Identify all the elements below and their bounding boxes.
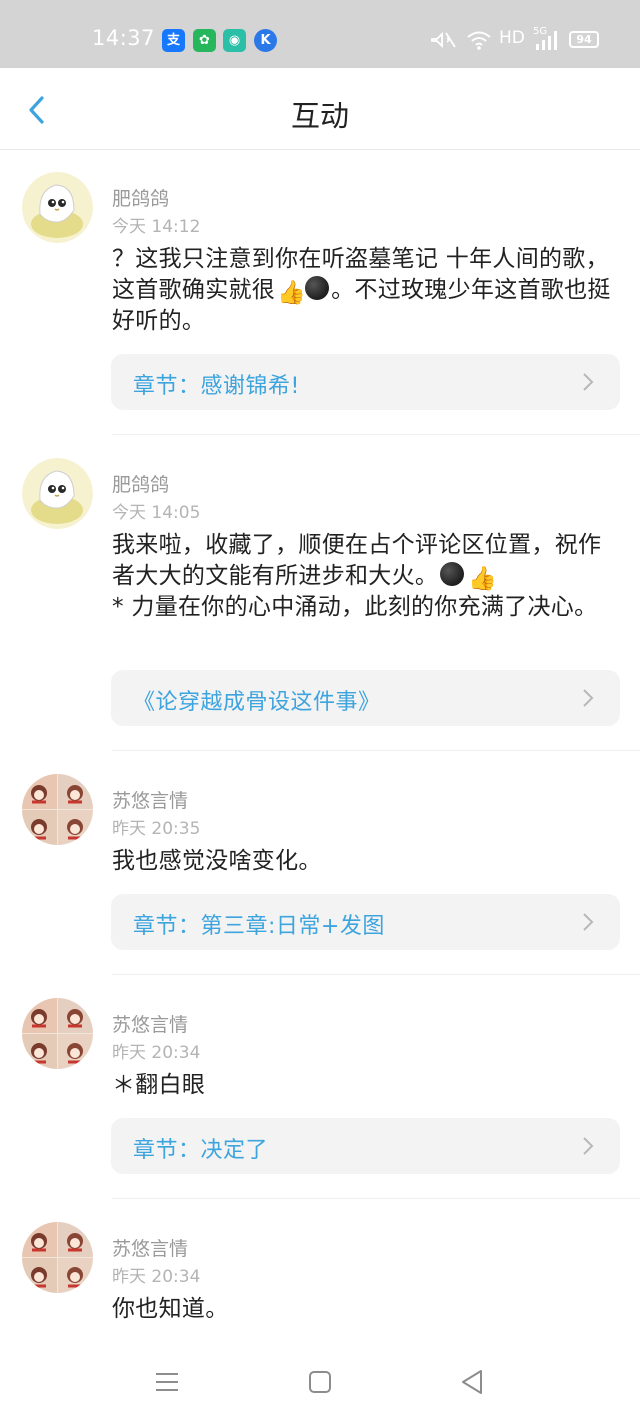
- user-name[interactable]: 苏悠言情: [112, 1234, 188, 1261]
- comment-text-part: * 力量在你的心中涌动，此刻的你充满了决心。: [112, 594, 598, 620]
- battery-icon: 94: [569, 31, 599, 48]
- divider: [112, 434, 640, 435]
- comment-text: ＊翻白眼: [112, 1072, 206, 1098]
- chapter-link-card[interactable]: 《论穿越成骨设这件事》: [111, 670, 620, 726]
- comment-time: 昨天 20:34: [112, 1043, 201, 1063]
- thumbs-up-emoji-icon: 👍: [277, 280, 307, 306]
- comment-time: 昨天 20:34: [112, 1267, 201, 1287]
- chapter-link-card[interactable]: 章节：决定了: [111, 1118, 620, 1174]
- comment-text: ？这我只注意到你在听盗墓笔记 十年人间的歌，这首歌确实就很👍 。不过玫瑰少年这首歌…: [112, 244, 622, 337]
- wifi-icon: [467, 31, 491, 50]
- network-hd-label: HD: [499, 28, 525, 48]
- divider: [112, 750, 640, 751]
- chevron-right-icon: [583, 913, 594, 931]
- thumbs-up-emoji-icon: 👍: [468, 566, 498, 592]
- comment-text: 你也知道。: [112, 1296, 229, 1322]
- chevron-right-icon: [583, 1137, 594, 1155]
- interaction-list: 肥鸽鸽 今天 14:12 ？这我只注意到你在听盗墓笔记 十年人间的歌，这首歌确实…: [0, 150, 640, 1340]
- dark-face-emoji-icon: [440, 562, 465, 586]
- user-name[interactable]: 肥鸽鸽: [112, 184, 169, 211]
- chat-app-icon: ◉: [223, 29, 246, 52]
- comment-time: 昨天 20:35: [112, 819, 201, 839]
- chapter-link-label: 《论穿越成骨设这件事》: [133, 690, 381, 715]
- chapter-link-card[interactable]: 章节：第三章:日常+发图: [111, 894, 620, 950]
- comment-text-part: 我来啦，收藏了，顺便在占个评论区位置，祝作者大大的文能有所进步和大火。: [112, 532, 602, 589]
- system-nav-bar: [0, 1340, 640, 1422]
- green-app-icon: ✿: [193, 29, 216, 52]
- comment-time: 今天 14:12: [112, 217, 201, 237]
- chapter-link-card[interactable]: 章节：感谢锦希!: [111, 354, 620, 410]
- app-header: 互动: [0, 68, 640, 150]
- chapter-link-label: 章节：决定了: [133, 1138, 269, 1163]
- user-avatar[interactable]: [22, 998, 93, 1069]
- signal-icon: [536, 31, 557, 50]
- comment-time: 今天 14:05: [112, 503, 201, 523]
- k-app-icon: K: [254, 29, 277, 52]
- user-avatar[interactable]: [22, 172, 93, 243]
- comment-text: 我来啦，收藏了，顺便在占个评论区位置，祝作者大大的文能有所进步和大火。 👍 * 力量…: [112, 530, 622, 623]
- user-avatar[interactable]: [22, 774, 93, 845]
- chevron-right-icon: [583, 373, 594, 391]
- home-icon[interactable]: [300, 1362, 340, 1402]
- chevron-right-icon: [583, 689, 594, 707]
- divider: [112, 1198, 640, 1199]
- page-title: 互动: [290, 99, 349, 133]
- alipay-icon: 支: [162, 29, 185, 52]
- user-name[interactable]: 苏悠言情: [112, 1010, 188, 1037]
- user-avatar[interactable]: [22, 458, 93, 529]
- status-time: 14:37: [92, 26, 156, 50]
- comment-text: 我也感觉没啥变化。: [112, 848, 322, 874]
- user-name[interactable]: 肥鸽鸽: [112, 470, 169, 497]
- menu-icon[interactable]: [147, 1362, 187, 1402]
- back-triangle-icon[interactable]: [452, 1362, 492, 1402]
- chapter-link-label: 章节：感谢锦希!: [133, 374, 300, 399]
- mute-icon: [431, 31, 456, 49]
- status-bar: 14:37 支 ✿ ◉ K HD 5G 94: [0, 0, 640, 68]
- divider: [112, 974, 640, 975]
- user-avatar[interactable]: [22, 1222, 93, 1293]
- dark-face-emoji-icon: [305, 276, 330, 300]
- user-name[interactable]: 苏悠言情: [112, 786, 188, 813]
- chapter-link-label: 章节：第三章:日常+发图: [133, 914, 385, 939]
